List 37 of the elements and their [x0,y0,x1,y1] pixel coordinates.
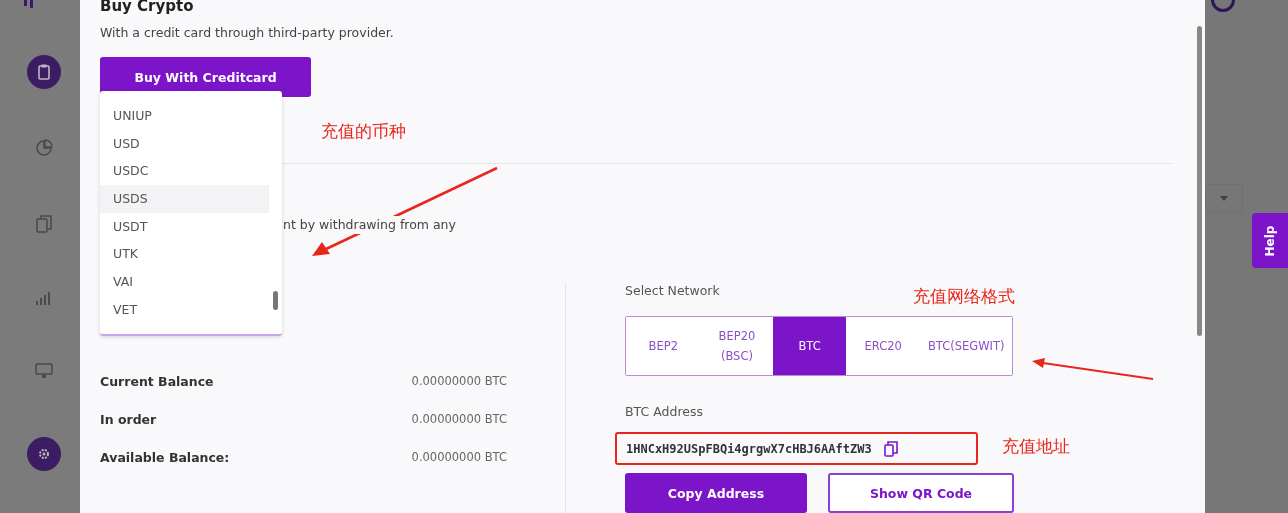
balance-label: Current Balance [100,373,214,389]
clipboard-icon[interactable] [27,55,61,89]
scrollbar-thumb[interactable] [1197,26,1202,336]
balance-value: 0.00000000 BTC [411,450,507,464]
monitor-icon[interactable] [35,363,53,379]
network-label: Select Network [625,282,720,300]
select-field[interactable] [1205,184,1243,212]
annotation-text: 充值网络格式 [913,285,1015,308]
dropdown-item[interactable]: USDS [100,185,269,213]
address-text: 1HNCxH92USpFBQi4grgwX7cHBJ6AAftZW3 [626,441,872,456]
network-option[interactable]: BTC [773,317,846,375]
dropdown-item[interactable]: USD [100,129,269,158]
balance-value: 0.00000000 BTC [411,374,507,388]
caret-icon [1220,195,1228,201]
dropdown-item[interactable]: VET [100,295,269,324]
pie-chart-icon[interactable] [35,139,53,157]
description-text: With a credit card through third-party provider. [100,24,395,42]
settings-icon[interactable] [27,437,61,471]
copy-address-button[interactable]: Copy Address [625,473,807,513]
dropdown-item[interactable]: VAI [100,268,269,296]
dropdown-item[interactable]: USDT [100,212,269,241]
show-qr-code-button[interactable]: Show QR Code [828,473,1014,513]
balance-label: Available Balance: [100,449,230,465]
description-text: nt by withdrawing from any [283,216,456,234]
scrollbar-thumb[interactable] [273,291,278,310]
copy-icon[interactable] [883,440,898,457]
dropdown-item[interactable]: UNIUP [100,102,269,130]
balance-value: 0.00000000 BTC [411,412,507,426]
signal-bars-icon[interactable] [36,291,52,305]
modal-title: Buy Crypto [100,0,194,16]
annotation-text: 充值地址 [1002,435,1070,458]
help-tab[interactable]: Help [1252,213,1288,268]
dropdown-item[interactable]: UTK [100,240,269,269]
annotation-text: 充值的币种 [321,120,406,143]
dropdown-item[interactable]: USDC [100,157,269,186]
address-label: BTC Address [625,403,703,421]
balance-label: In order [100,411,157,427]
